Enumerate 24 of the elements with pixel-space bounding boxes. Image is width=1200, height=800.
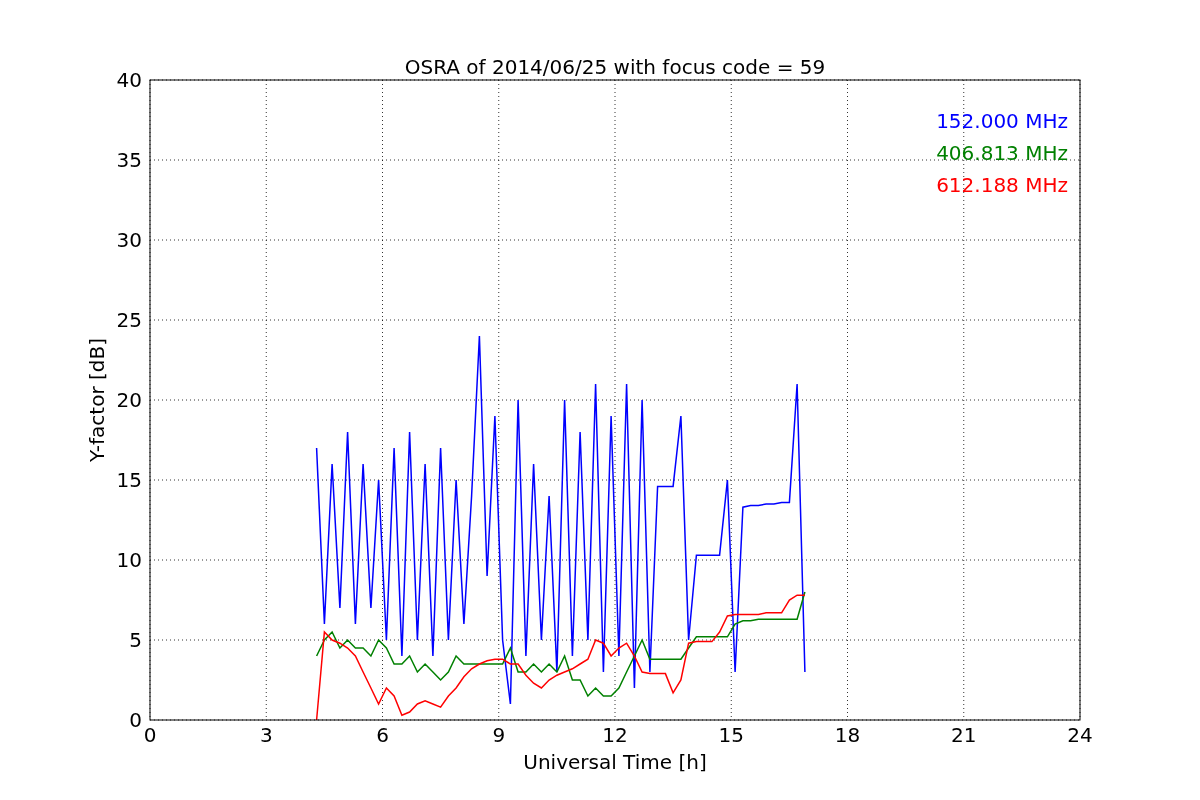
y-tick-label: 10 xyxy=(116,548,142,572)
x-tick-label: 18 xyxy=(834,723,861,747)
x-tick-label: 12 xyxy=(602,723,628,747)
y-tick-label: 15 xyxy=(116,468,142,492)
x-tick-label: 21 xyxy=(951,723,977,747)
y-tick-label: 20 xyxy=(116,388,142,412)
y-tick-label: 25 xyxy=(116,308,142,332)
x-tick-label: 3 xyxy=(259,723,273,747)
x-axis-label: Universal Time [h] xyxy=(523,750,707,774)
x-tick-label: 24 xyxy=(1067,723,1093,747)
chart-title: OSRA of 2014/06/25 with focus code = 59 xyxy=(404,55,826,79)
x-tick-label: 0 xyxy=(143,723,157,747)
y-tick-label: 0 xyxy=(129,708,142,732)
y-tick-label: 40 xyxy=(116,68,142,92)
legend-label: 152.000 MHz xyxy=(936,109,1068,133)
x-tick-label: 6 xyxy=(376,723,389,747)
x-tick-label: 15 xyxy=(718,723,744,747)
y-tick-label: 30 xyxy=(116,228,142,252)
legend-label: 406.813 MHz xyxy=(936,141,1068,165)
y-tick-label: 5 xyxy=(129,628,142,652)
x-tick-label: 9 xyxy=(492,723,506,747)
legend-label: 612.188 MHz xyxy=(936,173,1068,197)
y-axis-label: Y-factor [dB] xyxy=(85,338,109,462)
y-tick-label: 35 xyxy=(116,148,142,172)
